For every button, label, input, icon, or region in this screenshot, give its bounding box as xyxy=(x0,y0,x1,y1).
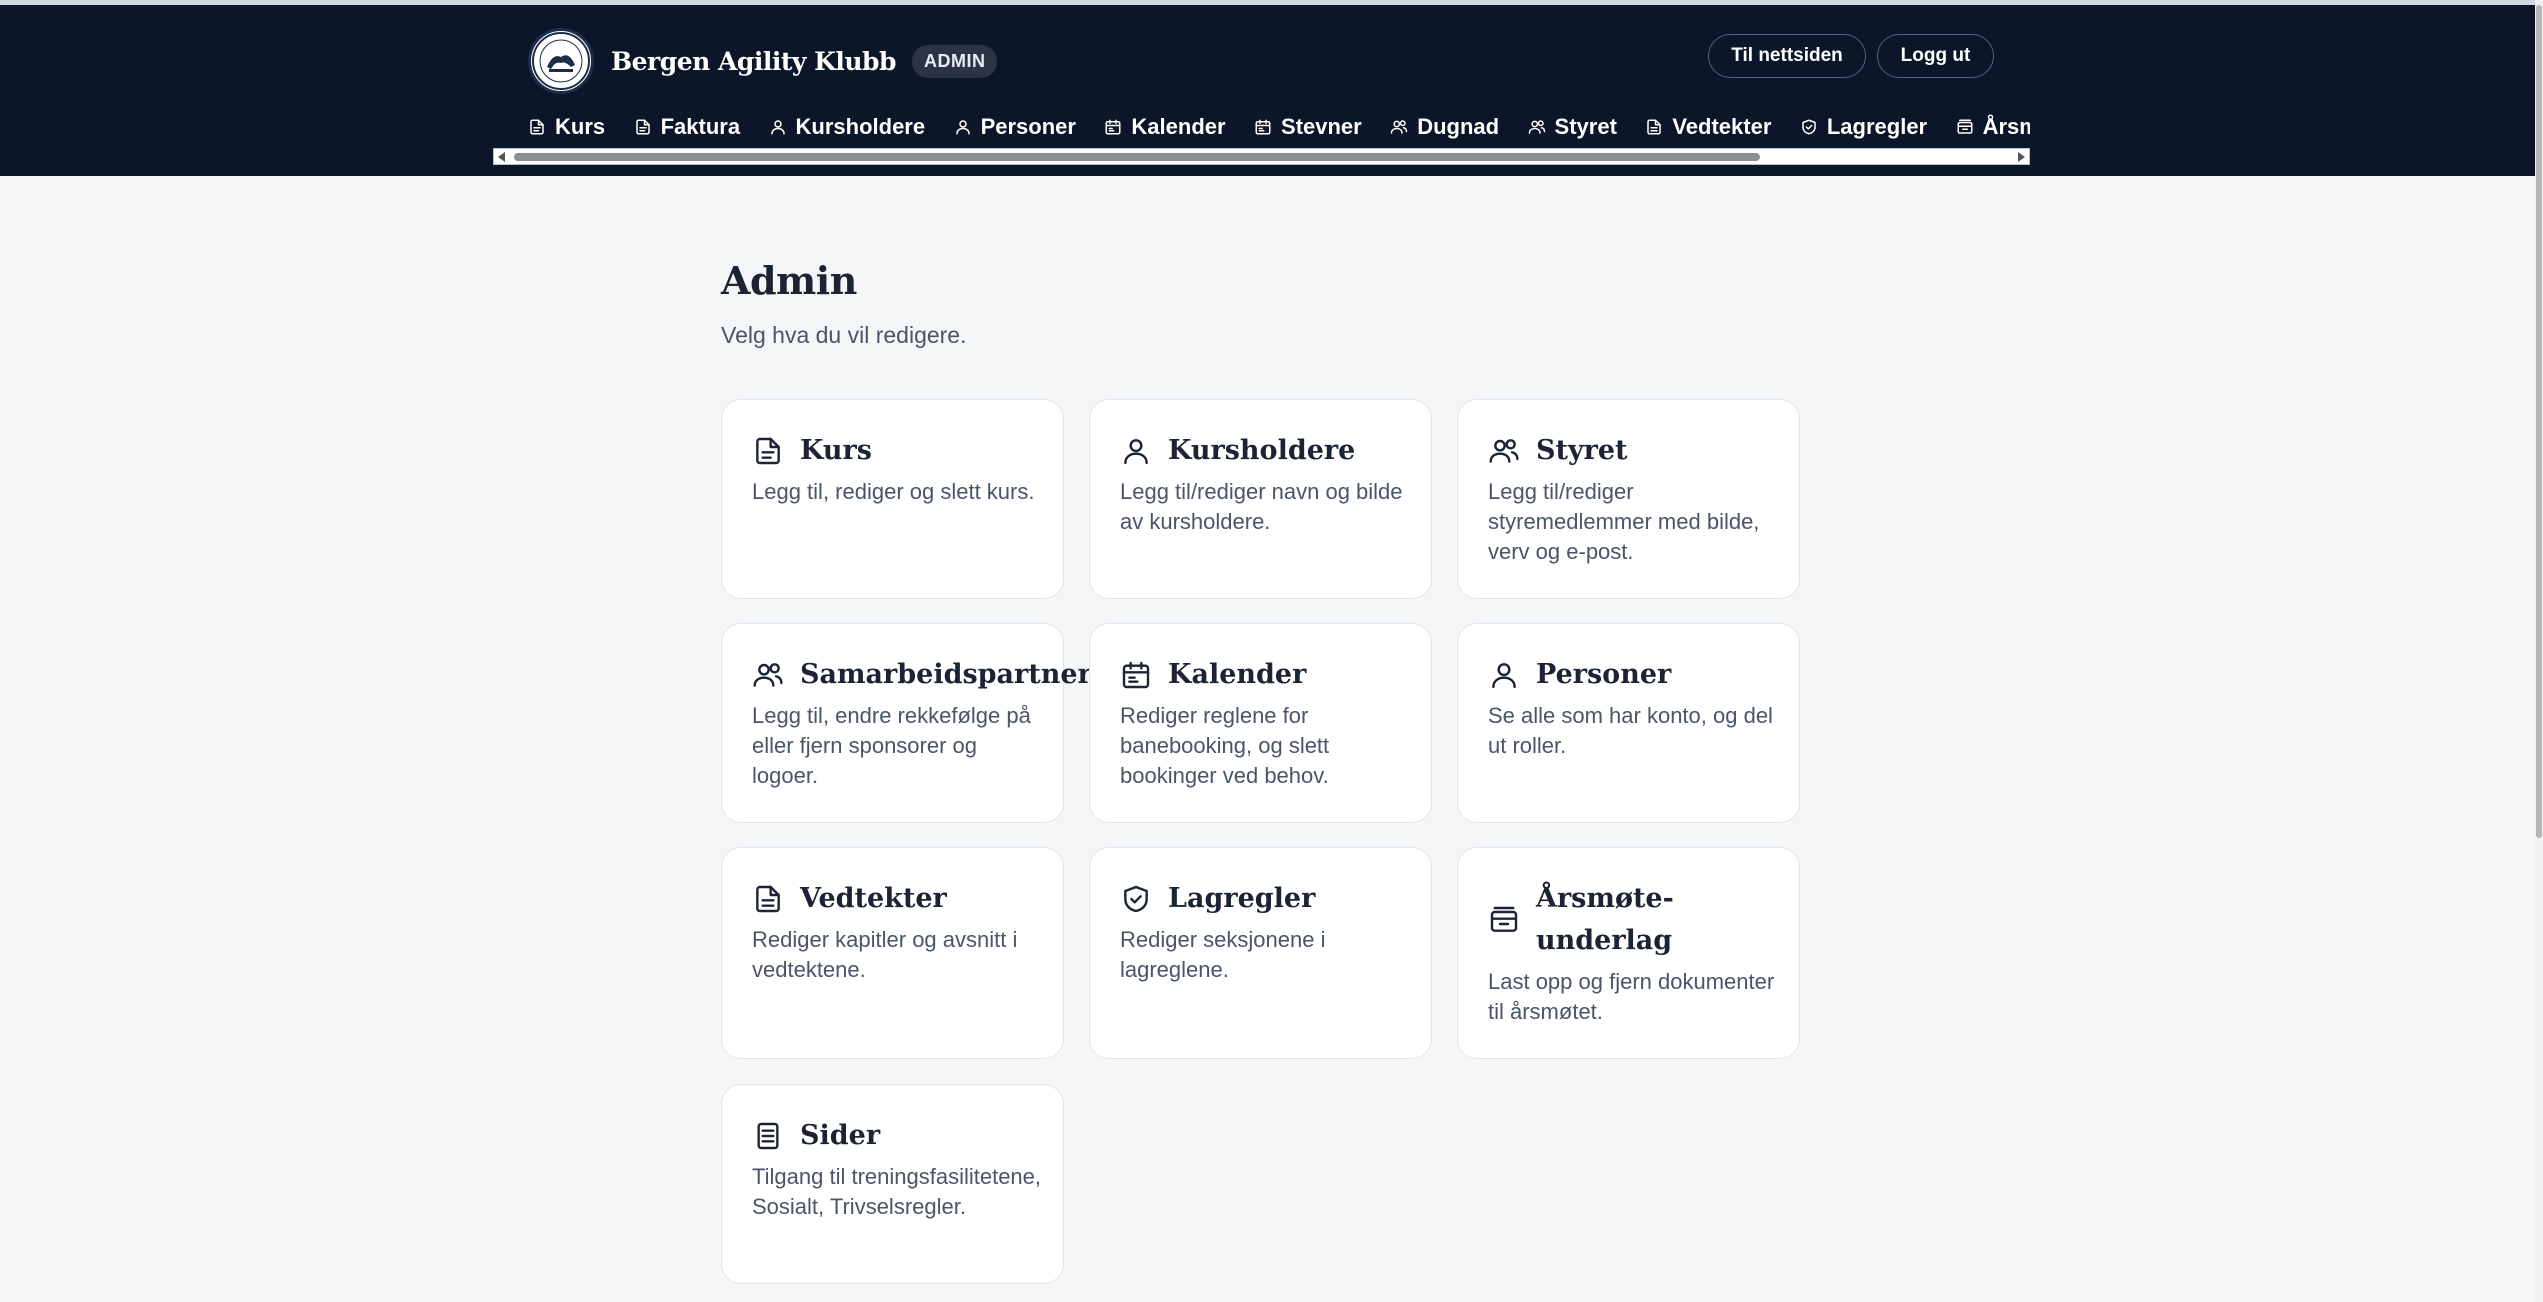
nav-item-kursholdere[interactable]: Kursholdere xyxy=(769,102,926,152)
person-icon xyxy=(1492,663,1516,689)
card-title: Lagregler xyxy=(1168,883,1316,914)
archive-icon xyxy=(1490,906,1518,932)
card-title: Kurs xyxy=(800,435,872,466)
file-icon xyxy=(756,885,780,913)
logout-button[interactable]: Logg ut xyxy=(1877,34,1994,78)
site-header: Bergen Agility Klubb ADMIN Til nettsiden… xyxy=(0,5,2535,176)
admin-card-kalender[interactable]: Kalender Rediger reglene for banebooking… xyxy=(1089,623,1432,823)
person-icon xyxy=(1124,439,1148,465)
admin-card-kurs[interactable]: Kurs Legg til, rediger og slett kurs. xyxy=(721,399,1064,599)
admin-card-personer[interactable]: Personer Se alle som har konto, og del u… xyxy=(1457,623,1800,823)
page-icon xyxy=(757,1122,779,1150)
nav-item-styret[interactable]: Styret xyxy=(1528,102,1617,152)
shield-icon xyxy=(1802,119,1816,135)
nav-item-label: Dugnad xyxy=(1417,114,1500,139)
nav-item-arsmote[interactable]: Årsm xyxy=(1956,102,2030,152)
nav-item-label: Kursholdere xyxy=(795,114,926,139)
people-icon xyxy=(1390,120,1408,134)
card-title: Personer xyxy=(1536,659,1672,690)
card-description: Rediger kapitler og avsnitt i vedtektene… xyxy=(752,927,1018,982)
nav-item-label: Vedtekter xyxy=(1672,114,1772,139)
calendar-icon xyxy=(1122,661,1150,689)
to-website-button[interactable]: Til nettsiden xyxy=(1708,34,1866,78)
document-icon xyxy=(635,119,650,135)
admin-card-kursholdere[interactable]: Kursholdere Legg til/rediger navn og bil… xyxy=(1089,399,1432,599)
calendar-icon xyxy=(1255,119,1271,135)
admin-card-lagregler[interactable]: Lagregler Rediger seksjonene i lagreglen… xyxy=(1089,847,1432,1059)
card-title: Sider xyxy=(800,1120,881,1151)
nav-item-label: Stevner xyxy=(1281,114,1362,139)
card-title: Samarbeidspartnere xyxy=(800,659,1109,690)
nav-item-label: Årsm xyxy=(1982,114,2030,139)
card-title: Kursholdere xyxy=(1168,435,1356,466)
shield-icon xyxy=(1124,885,1148,913)
scroll-right-arrow-icon[interactable] xyxy=(2018,152,2025,162)
document-icon xyxy=(530,119,544,135)
nav-item-vedtekter[interactable]: Vedtekter xyxy=(1645,102,1771,152)
admin-card-styret[interactable]: Styret Legg til/rediger styremedlemmer m… xyxy=(1457,399,1800,599)
nav-item-label: Kalender xyxy=(1131,114,1226,139)
card-description: Tilgang til treningsfasilitetene, Sosial… xyxy=(752,1164,1042,1219)
brand[interactable]: Bergen Agility Klubb ADMIN xyxy=(528,28,998,94)
people-icon xyxy=(1489,439,1519,463)
calendar-icon xyxy=(1105,119,1121,135)
page-vertical-scrollbar[interactable] xyxy=(2535,0,2543,1302)
page-title: Admin xyxy=(721,258,857,303)
scrollbar-thumb[interactable] xyxy=(514,153,1760,161)
card-description: Rediger reglene for banebooking, og slet… xyxy=(1120,703,1330,788)
card-title: Årsmøte-underlag xyxy=(1536,883,1674,956)
nav-item-dugnad[interactable]: Dugnad xyxy=(1390,102,1499,152)
nav-item-lagregler[interactable]: Lagregler xyxy=(1800,102,1927,152)
scroll-left-arrow-icon[interactable] xyxy=(498,152,505,162)
file-icon xyxy=(1647,119,1662,135)
people-icon xyxy=(753,663,783,687)
admin-card-sider[interactable]: Sider Tilgang til treningsfasilitetene, … xyxy=(721,1084,1064,1284)
nav-item-label: Lagregler xyxy=(1826,114,1928,139)
club-logo xyxy=(528,28,594,94)
card-title: Kalender xyxy=(1168,659,1307,690)
nav-item-faktura[interactable]: Faktura xyxy=(634,102,740,152)
nav-horizontal-scrollbar[interactable] xyxy=(493,148,2030,165)
card-description: Legg til/rediger navn og bilde av kursho… xyxy=(1120,479,1403,534)
card-title: Vedtekter xyxy=(800,883,947,914)
nav-item-stevner[interactable]: Stevner xyxy=(1254,102,1362,152)
admin-card-samarbeidspartnere[interactable]: Samarbeidspartnere Legg til, endre rekke… xyxy=(721,623,1109,823)
nav-item-personer[interactable]: Personer xyxy=(954,102,1076,152)
nav-item-label: Personer xyxy=(980,114,1076,139)
person-icon xyxy=(770,120,785,135)
scrollbar-thumb[interactable] xyxy=(2536,5,2542,838)
archive-icon xyxy=(1957,119,1973,134)
card-description: Legg til, rediger og slett kurs. xyxy=(752,479,1035,504)
card-description: Rediger seksjonene i lagreglene. xyxy=(1120,927,1326,982)
card-description: Legg til, endre rekkefølge på eller fjer… xyxy=(752,703,1031,788)
person-icon xyxy=(955,120,970,135)
card-description: Legg til/rediger styremedlemmer med bild… xyxy=(1488,479,1760,564)
admin-badge: ADMIN xyxy=(911,44,998,78)
card-description: Se alle som har konto, og del ut roller. xyxy=(1488,703,1773,758)
card-title: Styret xyxy=(1536,435,1628,466)
nav-item-kurs[interactable]: Kurs xyxy=(528,102,605,152)
admin-card-vedtekter[interactable]: Vedtekter Rediger kapitler og avsnitt i … xyxy=(721,847,1064,1059)
admin-nav: Kurs Faktura Kursholdere Personer Kalend… xyxy=(528,102,2030,152)
nav-item-kalender[interactable]: Kalender xyxy=(1104,102,1226,152)
nav-item-label: Faktura xyxy=(660,114,741,139)
nav-item-label: Kurs xyxy=(555,114,606,139)
document-icon xyxy=(756,437,780,465)
people-icon xyxy=(1528,120,1545,134)
page-subtitle: Velg hva du vil redigere. xyxy=(721,322,967,348)
brand-name: Bergen Agility Klubb xyxy=(611,46,896,76)
admin-card-arsmote-underlag[interactable]: Årsmøte-underlag Last opp og fjern dokum… xyxy=(1457,847,1800,1059)
card-description: Last opp og fjern dokumenter til årsmøte… xyxy=(1488,969,1775,1024)
nav-item-label: Styret xyxy=(1554,114,1617,139)
